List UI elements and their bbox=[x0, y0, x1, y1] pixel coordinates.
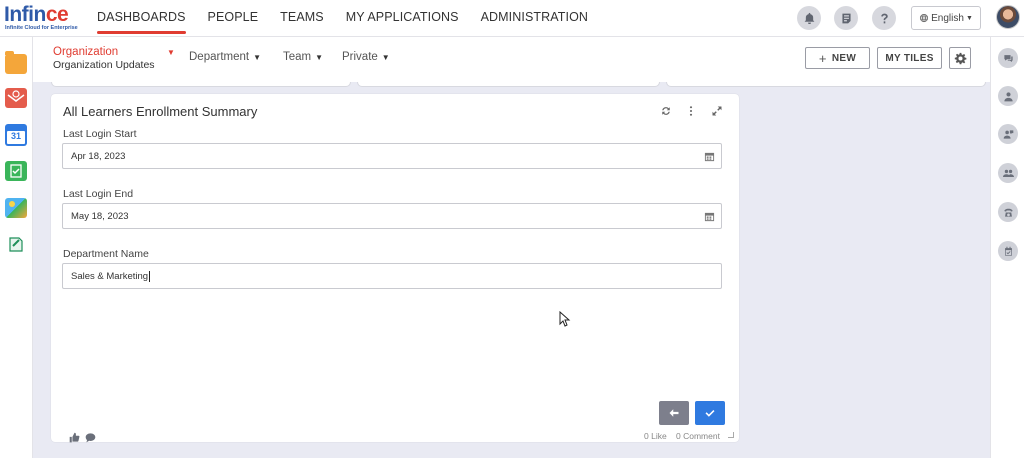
chevron-down-icon: ▼ bbox=[167, 48, 175, 57]
settings-button[interactable] bbox=[949, 47, 971, 69]
chevron-down-icon: ▼ bbox=[381, 53, 390, 62]
nav-my-applications[interactable]: MY APPLICATIONS bbox=[346, 0, 459, 37]
organization-label: Organization bbox=[53, 46, 119, 58]
team-menu[interactable]: Team ▼ bbox=[283, 51, 323, 63]
department-name-label: Department Name bbox=[63, 248, 149, 260]
photos-icon[interactable] bbox=[5, 198, 27, 218]
last-login-end-label: Last Login End bbox=[63, 188, 134, 200]
my-tiles-button[interactable]: MY TILES bbox=[877, 47, 942, 69]
nav-dashboards[interactable]: DASHBOARDS bbox=[97, 0, 186, 37]
chevron-down-icon: ▼ bbox=[315, 53, 324, 62]
last-login-start-label: Last Login Start bbox=[63, 128, 137, 140]
department-menu[interactable]: Department ▼ bbox=[189, 51, 261, 63]
main-nav: DASHBOARDS PEOPLE TEAMS MY APPLICATIONS … bbox=[97, 0, 610, 37]
enrollment-summary-card: All Learners Enrollment Summary Last Log… bbox=[51, 94, 739, 443]
mouse-cursor-icon bbox=[559, 311, 571, 327]
calendar-check-icon[interactable] bbox=[998, 241, 1018, 261]
resize-handle-icon[interactable] bbox=[728, 432, 734, 438]
language-label: English bbox=[931, 12, 964, 24]
refresh-icon[interactable] bbox=[658, 103, 674, 119]
chat-icon[interactable] bbox=[998, 48, 1018, 68]
logo-word-blue: Infin bbox=[4, 3, 46, 26]
bell-icon[interactable] bbox=[797, 6, 821, 30]
last-login-end-value: May 18, 2023 bbox=[71, 210, 129, 222]
language-select[interactable]: English ▼ bbox=[911, 6, 981, 30]
new-tile-button[interactable]: + NEW bbox=[805, 47, 870, 69]
user-avatar[interactable] bbox=[996, 5, 1020, 29]
thumbs-up-icon[interactable] bbox=[69, 430, 80, 443]
logo-tagline: Infinite Cloud for Enterprise bbox=[5, 25, 78, 31]
private-menu[interactable]: Private ▼ bbox=[342, 51, 390, 63]
back-button[interactable] bbox=[659, 401, 689, 425]
logo-word-red: ce bbox=[45, 3, 69, 26]
phone-icon[interactable] bbox=[998, 202, 1018, 222]
gear-icon bbox=[954, 52, 967, 65]
comment-icon[interactable] bbox=[85, 430, 96, 443]
dashboard-subnav: Organization Organization Updates ▼ Depa… bbox=[33, 37, 990, 82]
team-label: Team bbox=[283, 51, 312, 63]
organization-dashboard-name: Organization Updates bbox=[53, 59, 155, 71]
last-login-end-field[interactable]: May 18, 2023 bbox=[62, 203, 722, 229]
right-rail bbox=[990, 37, 1024, 458]
nav-teams[interactable]: TEAMS bbox=[280, 0, 324, 37]
calendar-day: 31 bbox=[10, 131, 21, 141]
person-icon[interactable] bbox=[998, 86, 1018, 106]
plus-icon: + bbox=[818, 50, 827, 66]
department-name-field[interactable]: Sales & Marketing bbox=[62, 263, 722, 289]
nav-administration[interactable]: ADMINISTRATION bbox=[481, 0, 588, 37]
apply-button[interactable] bbox=[695, 401, 725, 425]
mail-icon[interactable] bbox=[5, 88, 27, 108]
tasks-icon[interactable] bbox=[5, 161, 27, 181]
person-chat-icon[interactable] bbox=[998, 124, 1018, 144]
department-label: Department bbox=[189, 51, 250, 63]
folder-icon[interactable] bbox=[5, 51, 27, 74]
my-tiles-label: MY TILES bbox=[885, 52, 934, 64]
news-icon[interactable] bbox=[834, 6, 858, 30]
like-count[interactable]: 0 Like bbox=[644, 431, 667, 441]
last-login-start-value: Apr 18, 2023 bbox=[71, 150, 126, 162]
globe-icon bbox=[919, 13, 929, 23]
group-icon[interactable] bbox=[998, 163, 1018, 183]
chevron-down-icon: ▼ bbox=[253, 53, 262, 62]
infince-logo[interactable]: Infince Infinite Cloud for Enterprise bbox=[4, 3, 78, 34]
private-label: Private bbox=[342, 51, 378, 63]
organization-menu[interactable]: Organization Organization Updates ▼ bbox=[53, 46, 175, 72]
text-cursor bbox=[149, 270, 151, 282]
chevron-down-icon: ▼ bbox=[965, 14, 973, 22]
arrow-left-icon bbox=[668, 407, 680, 419]
tile-edge bbox=[666, 82, 986, 87]
check-icon bbox=[704, 407, 716, 419]
more-vertical-icon[interactable] bbox=[683, 103, 699, 119]
left-app-rail: 31 bbox=[0, 37, 33, 458]
card-title: All Learners Enrollment Summary bbox=[63, 104, 258, 119]
nav-people[interactable]: PEOPLE bbox=[208, 0, 259, 37]
last-login-start-field[interactable]: Apr 18, 2023 bbox=[62, 143, 722, 169]
new-button-label: NEW bbox=[831, 52, 857, 64]
top-bar: Infince Infinite Cloud for Enterprise DA… bbox=[0, 0, 1024, 37]
tile-edge bbox=[357, 82, 660, 87]
calendar-icon[interactable] bbox=[704, 211, 715, 222]
forms-icon[interactable] bbox=[5, 234, 27, 254]
calendar-icon[interactable]: 31 bbox=[5, 124, 27, 146]
comment-count[interactable]: 0 Comment bbox=[676, 431, 720, 441]
department-name-value: Sales & Marketing bbox=[71, 270, 149, 282]
expand-icon[interactable] bbox=[709, 103, 725, 119]
tile-edge bbox=[51, 82, 351, 87]
calendar-icon[interactable] bbox=[704, 151, 715, 162]
help-icon[interactable] bbox=[872, 6, 896, 30]
